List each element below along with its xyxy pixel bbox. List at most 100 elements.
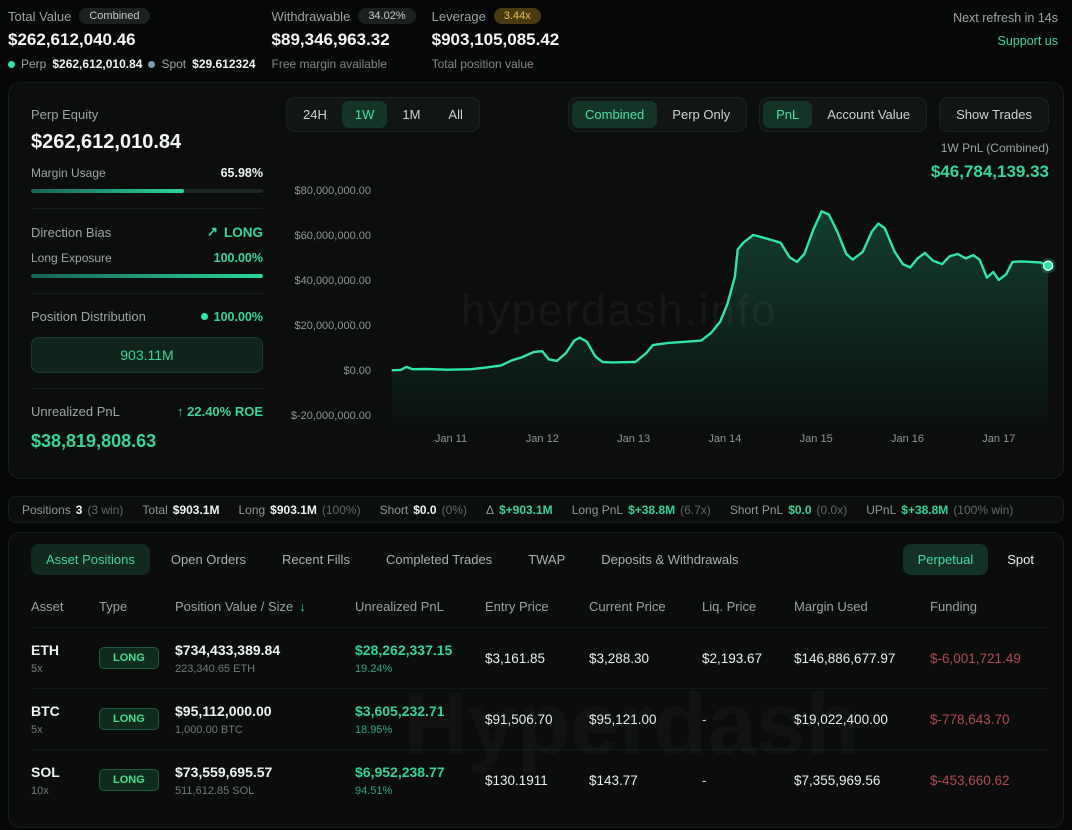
range-tab-all[interactable]: All <box>435 101 475 128</box>
summary-extra: (100% win) <box>953 503 1013 517</box>
topbar-stats: Total ValueCombined$262,612,040.46Perp$2… <box>8 8 575 82</box>
stat-label: Leverage <box>432 9 486 24</box>
column-header-type[interactable]: Type <box>99 599 175 614</box>
equity-sidebar: Perp Equity $262,612,010.84 Margin Usage… <box>31 107 263 452</box>
entry-price-cell: $91,506.70 <box>485 712 589 727</box>
summary-extra: (0.0x) <box>817 503 848 517</box>
market-tab-perpetual[interactable]: Perpetual <box>903 544 989 575</box>
pnl-chart[interactable]: hyperdash.info $80,000,000.00$60,000,000… <box>286 178 1065 463</box>
tab-recent-fills[interactable]: Recent Fills <box>267 544 365 575</box>
tab-completed-trades[interactable]: Completed Trades <box>371 544 507 575</box>
positions-card: Asset PositionsOpen OrdersRecent FillsCo… <box>8 532 1064 828</box>
stat-value: $262,612,040.46 <box>8 30 256 50</box>
show-trades-group: Show Trades <box>939 97 1049 132</box>
y-axis-label: $20,000,000.00 <box>286 320 371 332</box>
green-dot-icon <box>8 61 15 68</box>
unrealized-pnl-percent: 18.95% <box>355 724 485 736</box>
unrealized-pnl-percent: 19.24% <box>355 663 485 675</box>
unrealized-pnl-value: $3,605,232.71 <box>355 703 485 719</box>
margin-used-cell: $19,022,400.00 <box>794 712 930 727</box>
mode-button-combined[interactable]: Combined <box>572 101 657 128</box>
breakdown-label: Spot <box>161 57 186 71</box>
asset-leverage: 5x <box>31 663 99 675</box>
liq-price-cell: $2,193.67 <box>702 651 794 666</box>
divider <box>31 293 263 294</box>
direction-bias-value: ↗ LONG <box>207 224 263 240</box>
table-body: ETH5xLONG$734,433,389.84223,340.65 ETH $2… <box>31 627 1048 810</box>
topbar: Total ValueCombined$262,612,040.46Perp$2… <box>0 0 1072 82</box>
summary-label: Δ <box>486 503 494 517</box>
unrealized-pnl-value: $38,819,808.63 <box>31 431 263 452</box>
y-axis-label: $40,000,000.00 <box>286 275 371 287</box>
view-button-account-value[interactable]: Account Value <box>814 101 923 128</box>
column-header-funding[interactable]: Funding <box>930 599 1048 614</box>
column-label: Unrealized PnL <box>355 599 444 614</box>
current-price-cell: $143.77 <box>589 773 702 788</box>
table-row-sol[interactable]: SOL10xLONG$73,559,695.57511,612.85 SOL$6… <box>31 749 1048 810</box>
stat-subtext: Free margin available <box>272 57 416 71</box>
stat-subtext: Total position value <box>432 57 560 71</box>
position-distribution-value: 100.00% <box>201 310 263 324</box>
column-header-liq-price[interactable]: Liq. Price <box>702 599 794 614</box>
current-price-cell: $95,121.00 <box>589 712 702 727</box>
column-header-asset[interactable]: Asset <box>31 599 99 614</box>
tab-asset-positions[interactable]: Asset Positions <box>31 544 150 575</box>
asset-symbol: BTC <box>31 703 99 719</box>
unrealized-pnl-percent: 94.51% <box>355 785 485 797</box>
perp-equity-value: $262,612,010.84 <box>31 131 263 154</box>
column-header-position-value-size[interactable]: Position Value / Size ↓ <box>175 599 355 614</box>
table-row-btc[interactable]: BTC5xLONG$95,112,000.001,000.00 BTC$3,60… <box>31 688 1048 749</box>
sort-desc-icon: ↓ <box>299 599 306 614</box>
tab-twap[interactable]: TWAP <box>513 544 580 575</box>
market-tab-spot[interactable]: Spot <box>992 544 1049 575</box>
summary-value: $0.0 <box>413 503 436 517</box>
asset-cell: ETH5x <box>31 642 99 675</box>
stat-value: $903,105,085.42 <box>432 30 560 50</box>
support-us-link[interactable]: Support us <box>953 34 1058 48</box>
position-size: 223,340.65 ETH <box>175 663 355 675</box>
column-label: Margin Used <box>794 599 868 614</box>
divider <box>31 208 263 209</box>
trending-up-icon: ↗ <box>207 224 218 240</box>
tab-deposits-withdrawals[interactable]: Deposits & Withdrawals <box>586 544 753 575</box>
x-axis-label: Jan 16 <box>891 433 924 445</box>
asset-symbol: SOL <box>31 764 99 780</box>
column-header-unrealized-pnl[interactable]: Unrealized PnL <box>355 599 485 614</box>
chart-controls: 24H1W1MAll CombinedPerp Only PnLAccount … <box>286 97 1049 132</box>
range-tab-24h[interactable]: 24H <box>290 101 340 128</box>
asset-leverage: 5x <box>31 724 99 736</box>
market-tabs: PerpetualSpot <box>903 544 1049 575</box>
summary-value: $+903.1M <box>499 503 553 517</box>
column-header-margin-used[interactable]: Margin Used <box>794 599 930 614</box>
topbar-stat-leverage: Leverage3.44x$903,105,085.42Total positi… <box>432 8 560 82</box>
asset-cell: SOL 10x <box>31 764 99 797</box>
range-tab-1m[interactable]: 1M <box>389 101 433 128</box>
column-label: Entry Price <box>485 599 549 614</box>
position-value-cell: $73,559,695.57511,612.85 SOL <box>175 764 355 797</box>
topbar-stat-total-value: Total ValueCombined$262,612,040.46Perp$2… <box>8 8 256 82</box>
view-button-pnl[interactable]: PnL <box>763 101 812 128</box>
arrow-up-icon: ↑ <box>177 404 184 419</box>
table-row-eth[interactable]: ETH5xLONG$734,433,389.84223,340.65 ETH $2… <box>31 627 1048 688</box>
entry-price-cell: $130.1911 <box>485 773 589 788</box>
type-cell: LONG <box>99 647 175 669</box>
column-label: Position Value / Size <box>175 599 293 614</box>
position-value: $95,112,000.00 <box>175 703 355 719</box>
column-header-current-price[interactable]: Current Price <box>589 599 702 614</box>
asset-leverage: 10x <box>31 785 99 797</box>
range-tab-1w[interactable]: 1W <box>342 101 388 128</box>
pnl-readout-label: 1W PnL (Combined) <box>931 141 1049 155</box>
y-axis-label: $60,000,000.00 <box>286 230 371 242</box>
mode-button-perp-only[interactable]: Perp Only <box>659 101 743 128</box>
show-trades-button[interactable]: Show Trades <box>943 101 1045 128</box>
position-value-cell: $734,433,389.84223,340.65 ETH <box>175 642 355 675</box>
column-header-entry-price[interactable]: Entry Price <box>485 599 589 614</box>
x-axis-label: Jan 17 <box>982 433 1015 445</box>
margin-used-cell: $7,355,969.56 <box>794 773 930 788</box>
position-distribution-box: 903.11M <box>31 337 263 373</box>
mode-toggle-group: CombinedPerp Only <box>568 97 747 132</box>
positions-table: AssetType Position Value / Size ↓ Unrealize… <box>31 575 1048 810</box>
column-label: Type <box>99 599 127 614</box>
roe-value: ↑ 22.40% ROE <box>177 404 263 419</box>
tab-open-orders[interactable]: Open Orders <box>156 544 261 575</box>
